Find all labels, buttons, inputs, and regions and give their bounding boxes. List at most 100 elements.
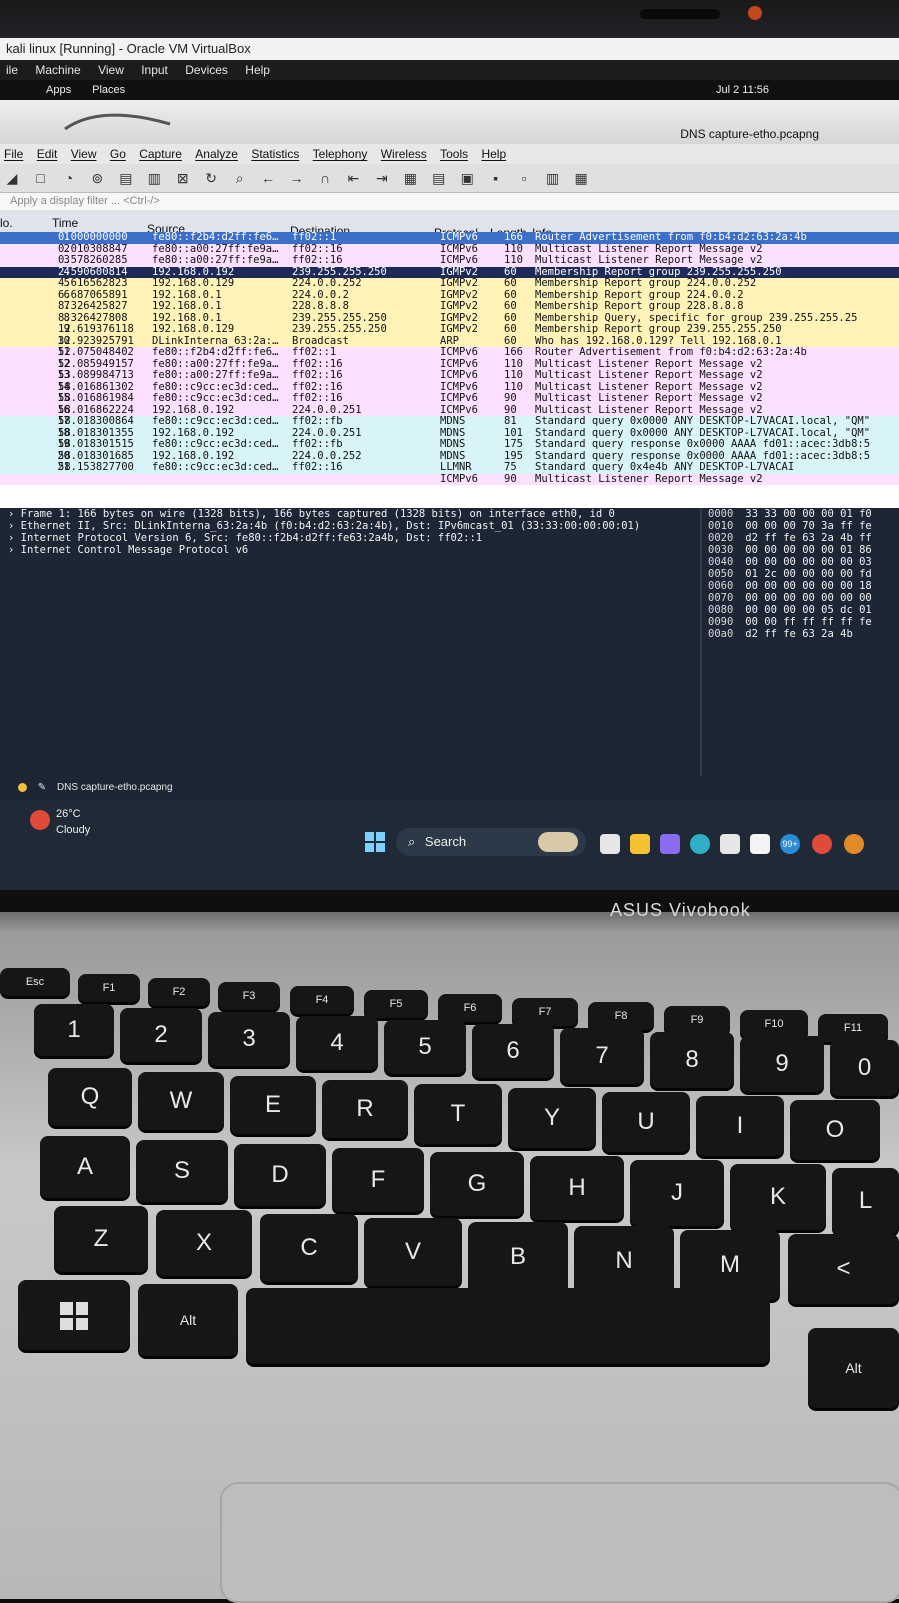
key-f3[interactable]: F3: [218, 982, 280, 1010]
packet-row[interactable]: 1 0.000000000 fe80::f2b4:d2ff:fe6… ff02::1 I…: [0, 232, 899, 244]
menu-help[interactable]: Help: [245, 63, 270, 77]
restart-capture-icon[interactable]: ◔: [61, 170, 77, 186]
key-1[interactable]: 1: [34, 1004, 114, 1056]
key-f7[interactable]: F7: [512, 998, 578, 1026]
edit-comment-icon[interactable]: ✎: [38, 782, 46, 793]
key-n[interactable]: N: [574, 1226, 674, 1296]
key-a[interactable]: A: [40, 1136, 130, 1198]
packet-row[interactable]: 9 12.619376118 192.168.0.129 239.255.255.25…: [0, 323, 899, 336]
key-3[interactable]: 3: [208, 1012, 290, 1066]
stop-capture-icon[interactable]: □: [32, 170, 48, 186]
notification-badge[interactable]: 99+: [780, 834, 800, 854]
display-filter-input[interactable]: Apply a display filter ... <Ctrl-/>: [0, 192, 899, 211]
file-explorer-icon[interactable]: [630, 834, 650, 854]
zoom-in-icon[interactable]: ▣: [459, 170, 475, 186]
key-o[interactable]: O: [790, 1100, 880, 1160]
key-e[interactable]: E: [230, 1076, 316, 1134]
key-f5[interactable]: F5: [364, 990, 428, 1018]
key-f8[interactable]: F8: [588, 1002, 654, 1030]
hex-row[interactable]: 0070 00 00 00 00 00 00 00: [702, 592, 899, 604]
places-menu[interactable]: Places: [92, 84, 125, 96]
key-s[interactable]: S: [136, 1140, 228, 1202]
ws-menu-analyze[interactable]: Analyze: [195, 147, 238, 161]
key-b[interactable]: B: [468, 1222, 568, 1292]
back-arrow-icon[interactable]: ←: [260, 170, 276, 186]
key-windows[interactable]: [18, 1280, 130, 1350]
zoom-out-icon[interactable]: ▪: [488, 170, 504, 186]
packet-list[interactable]: 1 0.000000000 fe80::f2b4:d2ff:fe6… ff02::1 I…: [0, 232, 899, 508]
packet-row[interactable]: 21 58.153827700 fe80::c9cc:ec3d:ced… ff02::…: [0, 461, 899, 474]
hex-row[interactable]: 0040 00 00 00 00 00 00 03: [702, 556, 899, 568]
detail-ethernet[interactable]: › Ethernet II, Src: DLinkInterna_63:2a:4…: [0, 520, 700, 532]
ws-menu-edit[interactable]: Edit: [37, 147, 58, 161]
phone-link-icon[interactable]: [750, 834, 770, 854]
detail-frame[interactable]: › Frame 1: 166 bytes on wire (1328 bits)…: [0, 508, 700, 520]
autoscroll-icon[interactable]: ▦: [402, 170, 418, 186]
key-6[interactable]: 6: [472, 1024, 554, 1078]
key-j[interactable]: J: [630, 1160, 724, 1226]
options-icon[interactable]: ⊚: [89, 170, 105, 186]
hex-row[interactable]: 0060 00 00 00 00 00 00 18: [702, 580, 899, 592]
packet-row[interactable]: 3 0.578260285 fe80::a00:27ff:fe9a… ff02::16…: [0, 254, 899, 267]
key-h[interactable]: H: [530, 1156, 624, 1220]
col-no[interactable]: lo.: [0, 216, 13, 230]
start-capture-icon[interactable]: ◢: [4, 170, 20, 186]
key-comma[interactable]: <: [788, 1234, 899, 1304]
last-packet-icon[interactable]: ⇥: [374, 170, 390, 186]
hex-row[interactable]: 0030 00 00 00 00 00 01 86: [702, 544, 899, 556]
forward-arrow-icon[interactable]: →: [289, 170, 305, 186]
key-c[interactable]: C: [260, 1214, 358, 1282]
ws-menu-help[interactable]: Help: [481, 147, 506, 161]
ws-menu-telephony[interactable]: Telephony: [313, 147, 368, 161]
key-4[interactable]: 4: [296, 1016, 378, 1070]
key-f[interactable]: F: [332, 1148, 424, 1212]
ws-menu-view[interactable]: View: [71, 147, 97, 161]
detail-ipv6[interactable]: › Internet Protocol Version 6, Src: fe80…: [0, 532, 700, 544]
save-file-icon[interactable]: ▥: [146, 170, 162, 186]
packet-row[interactable]: 13 53.089984713 fe80::a00:27ff:fe9a… ff02::…: [0, 369, 899, 382]
key-i[interactable]: I: [696, 1096, 784, 1156]
packet-row[interactable]: 17 58.018300864 fe80::c9cc:ec3d:ced… ff02::…: [0, 415, 899, 428]
ws-menu-tools[interactable]: Tools: [440, 147, 468, 161]
key-alt-right[interactable]: Alt: [808, 1328, 899, 1408]
open-file-icon[interactable]: ▤: [118, 170, 134, 186]
key-t[interactable]: T: [414, 1084, 502, 1144]
detail-icmpv6[interactable]: › Internet Control Message Protocol v6: [0, 544, 700, 556]
clock[interactable]: Jul 2 11:56: [716, 80, 769, 100]
key-f11[interactable]: F11: [818, 1014, 888, 1042]
packet-row[interactable]: 5 4.616562823 192.168.0.129 224.0.0.252 IGMP…: [0, 277, 899, 290]
packet-row[interactable]: 19 58.018301515 fe80::c9cc:ec3d:ced… ff02::…: [0, 438, 899, 451]
close-file-icon[interactable]: ⊠: [175, 170, 191, 186]
ws-menu-capture[interactable]: Capture: [139, 147, 182, 161]
key-8[interactable]: 8: [650, 1032, 734, 1088]
key-f10[interactable]: F10: [740, 1010, 808, 1038]
col-time[interactable]: Time: [52, 216, 78, 230]
find-icon[interactable]: ⌕: [232, 170, 248, 186]
resize-columns-icon[interactable]: ▥: [545, 170, 561, 186]
packet-row[interactable]: ICMPv6 90 Multicast Listener Report Messag…: [0, 473, 899, 485]
notepad-icon[interactable]: [720, 834, 740, 854]
key-u[interactable]: U: [602, 1092, 690, 1152]
edge-icon[interactable]: [690, 834, 710, 854]
packet-row[interactable]: 11 52.075048402 fe80::f2b4:d2ff:fe6… ff02::…: [0, 346, 899, 359]
packet-row[interactable]: 7 8.326425827 192.168.0.1 228.8.8.8 IGMPv2 60…: [0, 300, 899, 313]
columns-icon[interactable]: ▦: [573, 170, 589, 186]
ws-menu-go[interactable]: Go: [110, 147, 126, 161]
menu-file[interactable]: ile: [6, 63, 18, 77]
hex-row[interactable]: 00a0 d2 ff fe 63 2a 4b: [702, 628, 899, 640]
key-f2[interactable]: F2: [148, 978, 210, 1006]
key-q[interactable]: Q: [48, 1068, 132, 1126]
key-alt-left[interactable]: Alt: [138, 1284, 238, 1356]
key-0[interactable]: 0: [830, 1040, 899, 1096]
ws-menu-statistics[interactable]: Statistics: [251, 147, 299, 161]
key-l[interactable]: L: [832, 1168, 899, 1234]
hex-row[interactable]: 0010 00 00 00 70 3a ff fe: [702, 520, 899, 532]
goto-icon[interactable]: ∩: [317, 170, 333, 186]
key-w[interactable]: W: [138, 1072, 224, 1130]
hex-row[interactable]: 0020 d2 ff fe 63 2a 4b ff: [702, 532, 899, 544]
touchpad[interactable]: [220, 1482, 899, 1603]
key-r[interactable]: R: [322, 1080, 408, 1138]
key-f9[interactable]: F9: [664, 1006, 730, 1034]
copilot-icon[interactable]: [660, 834, 680, 854]
key-k[interactable]: K: [730, 1164, 826, 1230]
